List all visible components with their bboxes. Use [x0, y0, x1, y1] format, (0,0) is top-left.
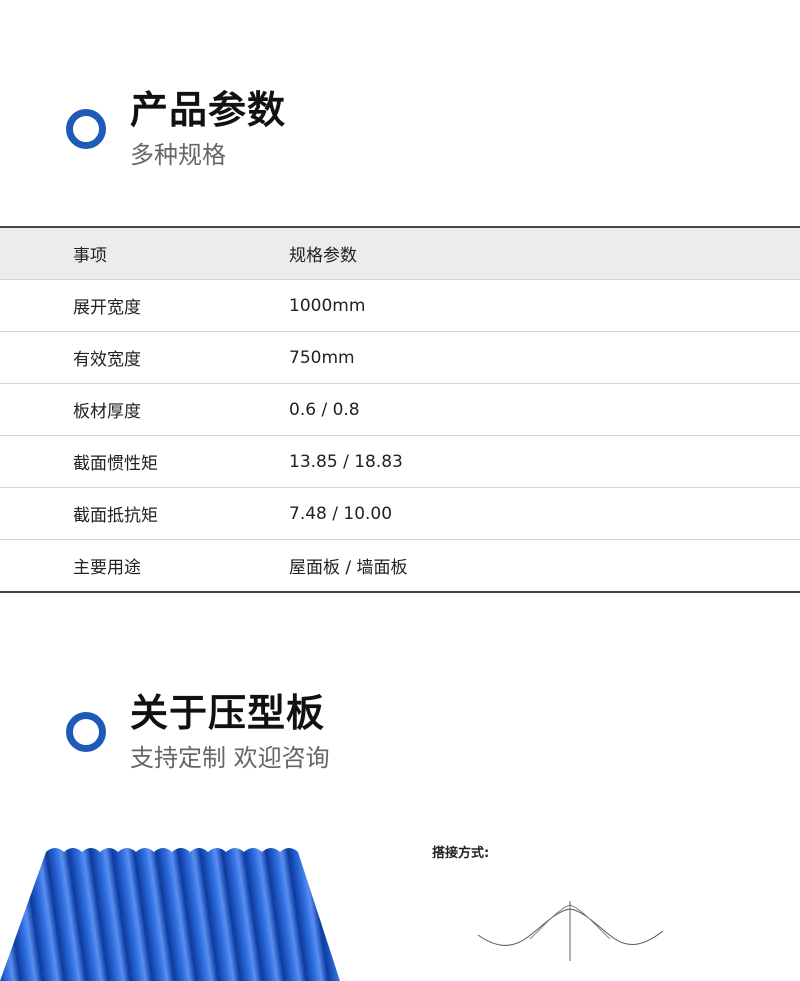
table-cell-value: 0.6 / 0.8: [289, 383, 800, 436]
section-title: 产品参数: [130, 88, 287, 132]
table-header-row: 事项 规格参数: [0, 227, 800, 280]
spec-table: 事项 规格参数 展开宽度 1000mm 有效宽度 750mm 板材厚度 0.6 …: [0, 226, 800, 593]
circle-icon: [66, 712, 106, 752]
section-subtitle: 支持定制 欢迎咨询: [130, 744, 330, 772]
table-cell-value: 1000mm: [289, 279, 800, 332]
table-cell-value: 7.48 / 10.00: [289, 487, 800, 540]
table-row: 截面惯性矩 13.85 / 18.83: [0, 435, 800, 488]
table-cell-value: 13.85 / 18.83: [289, 435, 800, 488]
table-row: 板材厚度 0.6 / 0.8: [0, 383, 800, 436]
table-row: 截面抵抗矩 7.48 / 10.00: [0, 487, 800, 540]
table-row: 有效宽度 750mm: [0, 331, 800, 384]
table-row: 展开宽度 1000mm: [0, 279, 800, 332]
section-subtitle: 多种规格: [130, 141, 226, 169]
overlap-profile-diagram: [477, 901, 664, 961]
table-header-cell: 事项: [0, 227, 289, 280]
table-cell-value: 屋面板 / 墙面板: [289, 558, 408, 578]
corrugated-sheet-image: [0, 848, 340, 981]
table-row: 主要用途 屋面板 / 墙面板: [0, 540, 800, 593]
table-cell-item: 板材厚度: [0, 383, 289, 436]
table-cell-item: 主要用途: [73, 558, 141, 578]
table-cell-item: 截面抵抗矩: [0, 487, 289, 540]
table-cell-item: 截面惯性矩: [0, 435, 289, 488]
section-title: 关于压型板: [130, 691, 326, 735]
table-cell-value: 750mm: [289, 331, 800, 384]
table-cell-item: 有效宽度: [0, 331, 289, 384]
circle-icon: [66, 109, 106, 149]
table-header-cell: 规格参数: [289, 227, 800, 280]
table-cell-item: 展开宽度: [0, 279, 289, 332]
overlap-method-label: 搭接方式:: [432, 846, 490, 861]
